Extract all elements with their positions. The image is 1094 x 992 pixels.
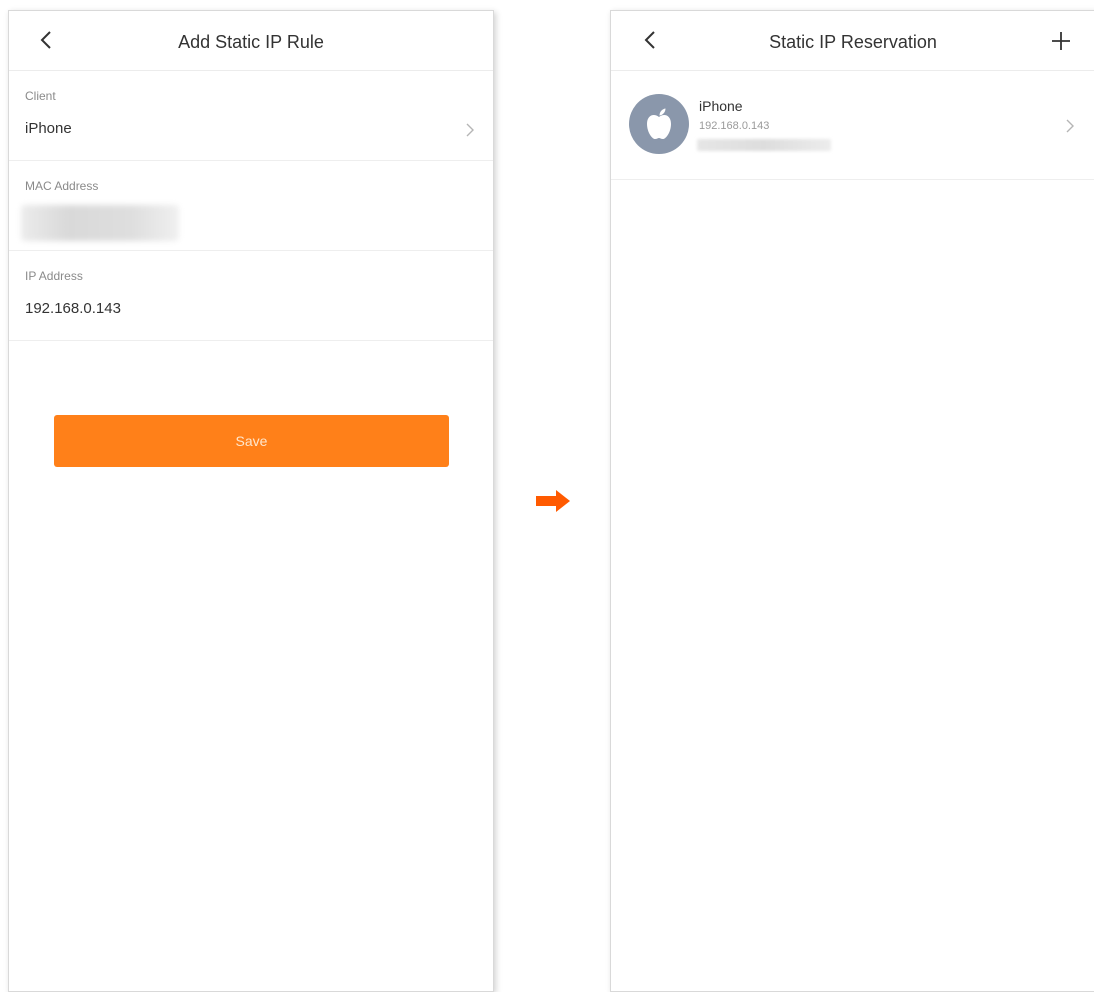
ip-address-value: 192.168.0.143 bbox=[25, 300, 121, 317]
list-item[interactable]: iPhone 192.168.0.143 bbox=[611, 71, 1094, 180]
page-title: Add Static IP Rule bbox=[178, 32, 324, 52]
chevron-right-icon bbox=[466, 123, 474, 137]
right-arrow-icon bbox=[536, 490, 570, 512]
client-value: iPhone bbox=[25, 120, 72, 137]
page-title: Static IP Reservation bbox=[769, 32, 937, 52]
device-mac-redacted bbox=[697, 139, 831, 151]
device-ip: 192.168.0.143 bbox=[699, 120, 770, 132]
client-label: Client bbox=[25, 89, 56, 103]
mac-address-value-redacted bbox=[21, 205, 179, 241]
ip-address-label: IP Address bbox=[25, 269, 83, 283]
nav-bar: Static IP Reservation bbox=[611, 11, 1094, 71]
save-button[interactable]: Save bbox=[54, 415, 449, 467]
chevron-right-icon bbox=[1066, 119, 1074, 133]
client-field[interactable]: Client iPhone bbox=[9, 71, 493, 161]
device-name: iPhone bbox=[699, 98, 743, 114]
mac-address-field[interactable]: MAC Address bbox=[9, 161, 493, 251]
add-rule-button[interactable] bbox=[1049, 29, 1073, 53]
mac-address-label: MAC Address bbox=[25, 179, 99, 193]
nav-bar: Add Static IP Rule bbox=[9, 11, 493, 71]
static-ip-reservation-screen: Static IP Reservation iPhone 192.168.0.1… bbox=[610, 10, 1094, 992]
apple-icon bbox=[647, 108, 671, 139]
plus-icon bbox=[1052, 32, 1070, 50]
add-static-ip-rule-screen: Add Static IP Rule Client iPhone MAC Add… bbox=[8, 10, 494, 992]
ip-address-field[interactable]: IP Address 192.168.0.143 bbox=[9, 251, 493, 341]
avatar bbox=[629, 94, 689, 154]
